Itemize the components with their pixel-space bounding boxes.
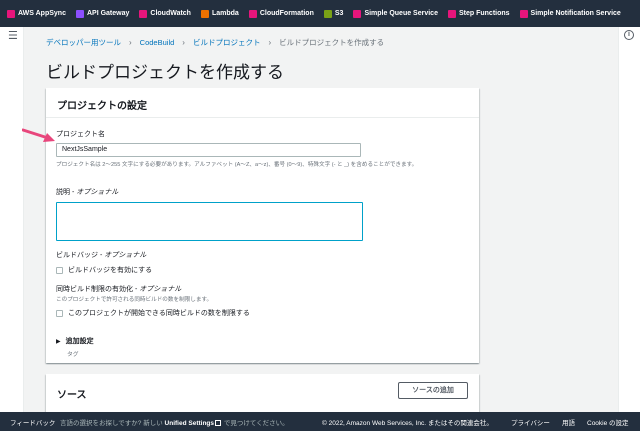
- description-textarea[interactable]: [56, 202, 363, 241]
- favorite-appsync[interactable]: AWS AppSync: [7, 9, 66, 18]
- unified-settings-link[interactable]: Unified Settings: [165, 420, 214, 427]
- favorite-label: CloudWatch: [150, 10, 191, 17]
- concurrency-label: 同時ビルド制限の有効化 - オプショナル: [56, 286, 182, 293]
- description-label-text: 説明: [56, 189, 70, 196]
- concurrency-field: 同時ビルド制限の有効化 - オプショナル このプロジェクトで許可される同時ビルド…: [56, 284, 250, 318]
- copyright: © 2022, Amazon Web Services, Inc. またはその関…: [322, 419, 493, 427]
- project-name-label: プロジェクト名: [56, 131, 105, 138]
- concurrency-checkbox-row[interactable]: このプロジェクトが開始できる同時ビルドの数を制限する: [56, 308, 250, 318]
- sqs-icon: [353, 9, 362, 18]
- favorite-cloudwatch[interactable]: CloudWatch: [139, 9, 191, 18]
- favorite-api-gateway[interactable]: API Gateway: [75, 9, 130, 18]
- optional-tag: オプショナル: [139, 286, 182, 293]
- favorite-sns[interactable]: Simple Notification Service: [519, 9, 621, 18]
- left-nav-rail: [0, 27, 24, 412]
- api-gateway-icon: [75, 9, 84, 18]
- cloudwatch-icon: [139, 9, 148, 18]
- favorite-label: CloudFormation: [259, 10, 314, 17]
- caret-right-icon: ▶: [56, 338, 61, 345]
- description-label: 説明 - オプショナル: [56, 189, 119, 196]
- optional-tag: オプショナル: [104, 252, 147, 259]
- breadcrumb-developer-tools[interactable]: デベロッパー用ツール: [46, 37, 121, 48]
- chevron-right-icon: ›: [129, 38, 132, 47]
- favorite-label: Simple Notification Service: [530, 10, 621, 17]
- s3-icon: [323, 9, 332, 18]
- project-name-field: プロジェクト名 NextJsSample プロジェクト名は 2〜255 文字にす…: [56, 129, 417, 168]
- favorite-cloudformation[interactable]: CloudFormation: [248, 9, 314, 18]
- favorite-lambda[interactable]: Lambda: [200, 9, 239, 18]
- build-badge-label: ビルドバッジ - オプショナル: [56, 252, 147, 259]
- concurrency-checkbox-label: このプロジェクトが開始できる同時ビルドの数を制限する: [68, 310, 250, 317]
- chevron-right-icon: ›: [268, 38, 272, 47]
- panel-title: プロジェクトの設定: [46, 88, 479, 118]
- step-functions-icon: [447, 9, 456, 18]
- project-config-panel: プロジェクトの設定 プロジェクト名 NextJsSample プロジェクト名は …: [46, 88, 479, 363]
- feedback-link[interactable]: フィードバック: [10, 417, 55, 427]
- favorite-step-functions[interactable]: Step Functions: [447, 9, 510, 18]
- additional-settings-label: 追加設定: [65, 338, 94, 345]
- project-name-hint: プロジェクト名は 2〜255 文字にする必要があります。アルファベット (A〜Z…: [56, 162, 418, 168]
- favorite-label: Lambda: [211, 10, 239, 17]
- cookie-settings-link[interactable]: Cookie の設定: [587, 417, 629, 427]
- build-badge-checkbox[interactable]: [56, 266, 63, 274]
- favorite-s3[interactable]: S3: [323, 9, 344, 18]
- language-notice-suffix: で見つけてください。: [223, 419, 289, 427]
- breadcrumb-current: ビルドプロジェクトを作成する: [279, 38, 385, 47]
- breadcrumb-codebuild[interactable]: CodeBuild: [140, 38, 175, 47]
- console-footer: フィードバック 言語の選択をお探しですか? 新しい Unified Settin…: [0, 412, 640, 431]
- description-field: 説明 - オプショナル: [56, 187, 363, 241]
- favorite-label: API Gateway: [86, 10, 130, 17]
- build-badge-checkbox-label: ビルドバッジを有効にする: [68, 267, 153, 274]
- source-panel: ソース ソースの追加: [46, 374, 479, 414]
- favorite-label: Simple Queue Service: [364, 10, 438, 17]
- annotation-arrow-icon: [22, 128, 55, 142]
- breadcrumb: デベロッパー用ツール › CodeBuild › ビルドプロジェクト › ビルド…: [46, 37, 384, 48]
- sns-icon: [519, 9, 528, 18]
- cloudformation-icon: [248, 9, 257, 18]
- concurrency-label-text: 同時ビルド制限の有効化: [56, 286, 133, 293]
- language-notice-prefix: 言語の選択をお探しですか? 新しい: [60, 419, 163, 427]
- language-notice: 言語の選択をお探しですか? 新しい Unified Settings で見つけて…: [60, 417, 289, 427]
- right-help-rail: i: [618, 27, 640, 412]
- build-badge-field: ビルドバッジ - オプショナル ビルドバッジを有効にする: [56, 250, 152, 275]
- external-link-icon: [215, 419, 222, 426]
- appsync-icon: [7, 9, 15, 18]
- build-badge-checkbox-row[interactable]: ビルドバッジを有効にする: [56, 265, 152, 275]
- additional-settings: ▶ 追加設定 タグ: [56, 336, 94, 358]
- favorite-label: AWS AppSync: [18, 10, 66, 17]
- additional-settings-sub: タグ: [67, 352, 79, 358]
- privacy-link[interactable]: プライバシー: [511, 417, 550, 427]
- add-source-button[interactable]: ソースの追加: [398, 382, 468, 399]
- hamburger-menu-icon[interactable]: ☰: [8, 31, 18, 42]
- terms-link[interactable]: 用語: [562, 417, 575, 427]
- chevron-right-icon: ›: [182, 38, 185, 47]
- info-icon[interactable]: i: [624, 30, 634, 40]
- favorites-bar: AWS AppSync API Gateway CloudWatch Lambd…: [0, 0, 640, 27]
- concurrency-checkbox[interactable]: [56, 309, 63, 317]
- favorite-label: Step Functions: [458, 10, 510, 17]
- build-badge-label-text: ビルドバッジ: [56, 252, 98, 259]
- breadcrumb-build-projects[interactable]: ビルドプロジェクト: [193, 37, 261, 48]
- concurrency-hint: このプロジェクトで許可される同時ビルドの数を制限します。: [56, 297, 213, 303]
- additional-settings-toggle[interactable]: ▶ 追加設定: [56, 336, 94, 346]
- project-name-input[interactable]: NextJsSample: [56, 143, 361, 157]
- page-title: ビルドプロジェクトを作成する: [46, 63, 284, 82]
- favorite-label: S3: [334, 10, 344, 17]
- lambda-icon: [200, 9, 209, 18]
- favorite-sqs[interactable]: Simple Queue Service: [353, 9, 438, 18]
- optional-tag: オプショナル: [76, 189, 119, 196]
